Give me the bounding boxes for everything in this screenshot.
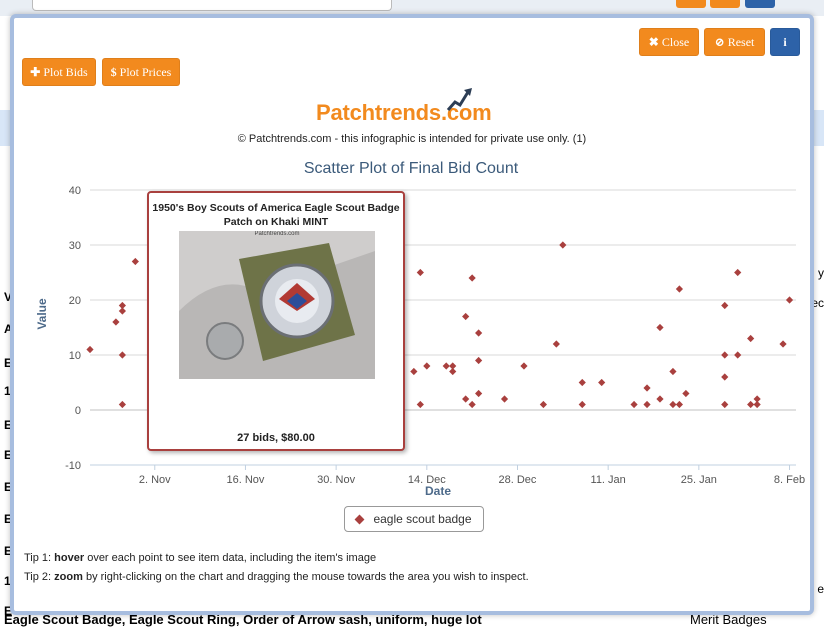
data-point[interactable] [118, 351, 126, 359]
data-point[interactable] [416, 400, 424, 409]
data-point[interactable] [410, 367, 418, 376]
data-point[interactable] [520, 362, 528, 370]
data-point[interactable] [721, 400, 729, 409]
data-point[interactable] [779, 340, 787, 348]
data-point[interactable] [643, 400, 651, 409]
image-watermark: Patchtrends.com [254, 231, 300, 237]
data-point[interactable] [118, 307, 126, 315]
data-point[interactable] [449, 362, 457, 370]
tip-1: Tip 1: hover over each point to see item… [24, 552, 376, 564]
data-point[interactable] [785, 296, 794, 304]
x-axis-ticks: 2. Nov 16. Nov 30. Nov 14. Dec 28. Dec 11. Ja… [139, 465, 805, 486]
data-point[interactable] [442, 362, 450, 370]
tip-2: Tip 2: zoom by right-clicking on the cha… [24, 571, 529, 583]
legend-label: eagle scout badge [373, 512, 472, 526]
data-point[interactable] [721, 351, 729, 359]
data-point[interactable] [643, 384, 651, 392]
x-tick-label: 28. Dec [499, 474, 537, 486]
data-point[interactable] [468, 274, 476, 282]
tooltip-item-image: Patchtrends.com [179, 231, 375, 379]
scatter-chart[interactable]: -10010203040 2. Nov 16. Nov 30. Nov 14. Dec… [14, 18, 810, 498]
chart-title: Scatter Plot of Final Bid Count [304, 160, 519, 177]
data-point[interactable] [721, 301, 729, 310]
data-point[interactable] [675, 285, 684, 293]
x-tick-label: 11. Jan [591, 474, 626, 486]
y-tick-label: 10 [69, 350, 81, 362]
data-point[interactable] [552, 340, 560, 348]
data-point[interactable] [721, 373, 729, 381]
background-button[interactable] [710, 0, 740, 8]
data-point[interactable] [578, 400, 586, 409]
data-point[interactable] [86, 345, 94, 354]
data-point[interactable] [734, 268, 742, 277]
data-point[interactable] [682, 389, 690, 398]
data-point[interactable] [747, 400, 755, 409]
legend-marker-icon [355, 514, 365, 524]
x-tick-label: 16. Nov [226, 474, 264, 486]
background-button[interactable] [745, 0, 775, 8]
data-point[interactable] [475, 356, 483, 365]
y-tick-label: 30 [69, 240, 81, 252]
tip-2-keyword: zoom [54, 571, 83, 583]
x-tick-label: 8. Feb [774, 474, 805, 486]
data-point[interactable] [539, 400, 547, 409]
tip-1-prefix: Tip 1: [24, 552, 55, 564]
data-point[interactable] [656, 395, 664, 403]
data-point[interactable] [468, 400, 476, 409]
data-point[interactable] [423, 362, 431, 370]
background-row-letter: y [818, 266, 824, 280]
data-point[interactable] [559, 241, 567, 249]
tip-2-prefix: Tip 2: [24, 571, 55, 583]
data-point[interactable] [734, 351, 742, 359]
data-point[interactable] [462, 395, 470, 403]
data-point[interactable] [462, 312, 470, 321]
data-point[interactable] [656, 323, 664, 332]
x-tick-label: 25. Jan [681, 474, 717, 486]
data-point[interactable] [416, 268, 424, 277]
point-tooltip: 1950's Boy Scouts of America Eagle Scout… [147, 191, 405, 451]
tip-1-text: over each point to see item data, includ… [84, 552, 377, 564]
data-point[interactable] [475, 329, 483, 337]
data-point[interactable] [630, 400, 638, 409]
data-point[interactable] [747, 334, 755, 343]
chart-modal: ✖ Close ⊘ Reset i ✚ Plot Bids $ Plot Pri… [10, 14, 814, 615]
chart-legend[interactable]: eagle scout badge [344, 506, 484, 532]
data-point[interactable] [669, 367, 677, 376]
y-tick-label: 0 [75, 405, 81, 417]
data-point[interactable] [598, 378, 606, 387]
data-point[interactable] [500, 395, 509, 403]
y-axis-label: Value [35, 298, 49, 330]
data-point[interactable] [753, 400, 761, 409]
background-row-letter: e [817, 582, 824, 596]
tooltip-title: 1950's Boy Scouts of America Eagle Scout… [152, 202, 400, 228]
data-point[interactable] [578, 378, 586, 387]
tip-2-text: by right-clicking on the chart and dragg… [82, 571, 529, 583]
y-axis-ticks: -10 0 10 20 30 40 [65, 185, 81, 472]
x-tick-label: 2. Nov [139, 474, 171, 486]
tooltip-caption: 27 bids, $80.00 [237, 432, 315, 444]
x-axis-label: Date [425, 484, 451, 498]
data-point[interactable] [475, 389, 483, 398]
data-point[interactable] [118, 400, 126, 409]
y-tick-label: 40 [69, 185, 81, 197]
data-point[interactable] [112, 318, 120, 326]
data-point[interactable] [131, 257, 139, 266]
y-tick-label: -10 [65, 460, 81, 472]
data-point[interactable] [675, 400, 684, 409]
background-search-input[interactable] [32, 0, 392, 11]
x-tick-label: 30. Nov [317, 474, 355, 486]
data-point[interactable] [669, 400, 677, 409]
patch-image [179, 231, 375, 379]
y-tick-label: 20 [69, 295, 81, 307]
background-button[interactable] [676, 0, 706, 8]
tip-1-keyword: hover [54, 552, 85, 564]
